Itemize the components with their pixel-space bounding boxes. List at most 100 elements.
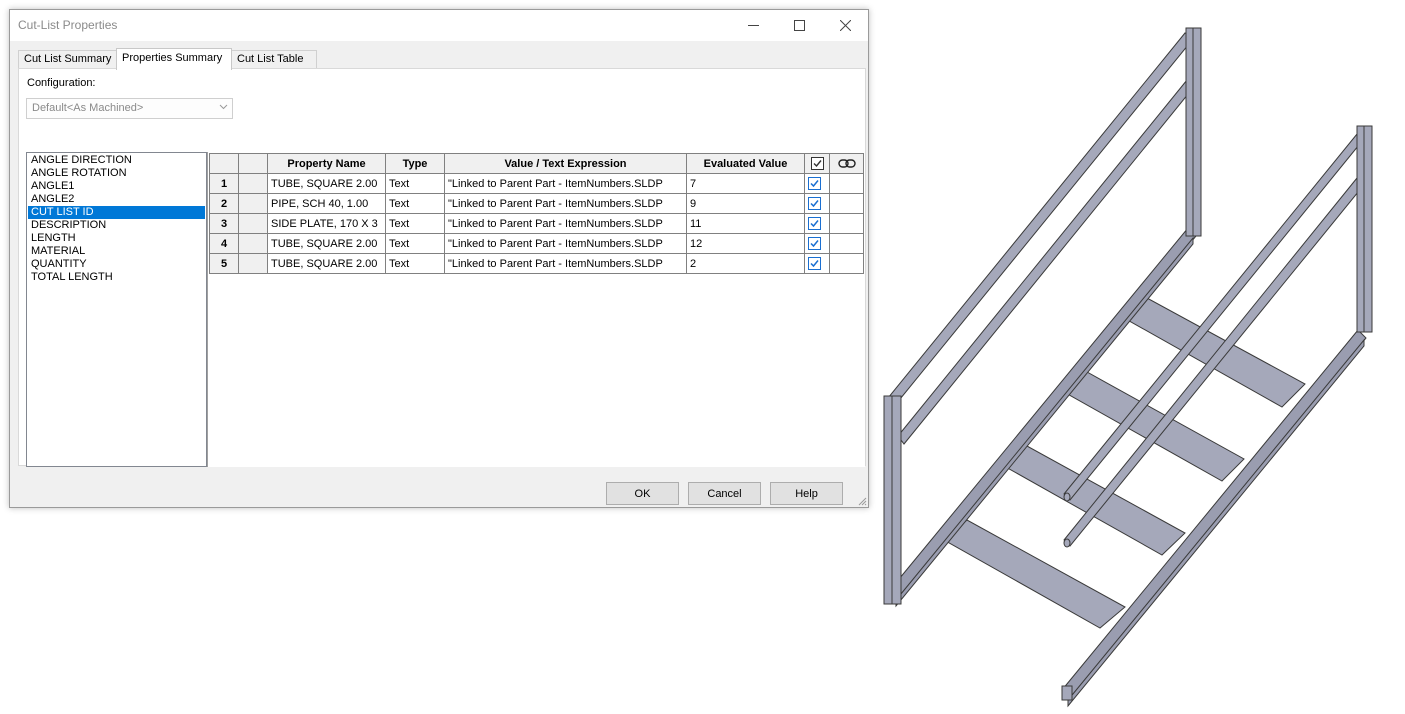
configuration-value: Default<As Machined> — [32, 102, 144, 114]
value-expression-header[interactable]: Value / Text Expression — [444, 153, 687, 174]
resize-grip-icon[interactable] — [857, 496, 867, 506]
cancel-button[interactable]: Cancel — [688, 482, 761, 505]
value-expression-cell[interactable]: "Linked to Parent Part - ItemNumbers.SLD… — [444, 173, 687, 194]
property-name-cell[interactable]: TUBE, SQUARE 2.00 — [267, 233, 386, 254]
property-list-item[interactable]: ANGLE DIRECTION — [28, 154, 205, 167]
row-number[interactable]: 1 — [209, 173, 239, 194]
checkmark-icon — [810, 240, 819, 248]
row-checkbox-cell[interactable] — [804, 253, 830, 274]
link-icon — [837, 159, 856, 168]
type-cell[interactable]: Text — [385, 233, 445, 254]
row-link-cell[interactable] — [829, 233, 864, 254]
tab-cut-list-summary[interactable]: Cut List Summary — [18, 50, 117, 69]
row-link-cell[interactable] — [829, 213, 864, 234]
property-list-item[interactable]: TOTAL LENGTH — [28, 271, 205, 284]
help-button[interactable]: Help — [770, 482, 843, 505]
evaluated-value-cell: 9 — [686, 193, 805, 214]
properties-summary-panel: Configuration: Default<As Machined> ANGL… — [18, 68, 866, 467]
staircase-model-view[interactable] — [878, 18, 1378, 708]
cut-list-properties-dialog: Cut-List Properties Cut List Summary Pro… — [9, 9, 869, 508]
checkbox-header[interactable] — [804, 153, 830, 174]
maximize-icon — [793, 19, 805, 31]
tab-properties-summary[interactable]: Properties Summary — [116, 48, 232, 70]
row-checkbox[interactable] — [808, 197, 821, 210]
property-list-item[interactable]: LENGTH — [28, 232, 205, 245]
chevron-down-icon — [219, 102, 228, 113]
row-checkbox-cell[interactable] — [804, 233, 830, 254]
maximize-button[interactable] — [776, 10, 822, 40]
row-checkbox[interactable] — [808, 257, 821, 270]
table-header-row: Property Name Type Value / Text Expressi… — [209, 153, 864, 174]
row-checkbox-cell[interactable] — [804, 173, 830, 194]
configuration-select[interactable]: Default<As Machined> — [26, 98, 233, 119]
minimize-button[interactable] — [730, 10, 776, 40]
property-list[interactable]: ANGLE DIRECTION ANGLE ROTATION ANGLE1 AN… — [26, 152, 207, 467]
table-row[interactable]: 1 TUBE, SQUARE 2.00 Text "Linked to Pare… — [209, 173, 864, 194]
row-link-cell[interactable] — [829, 253, 864, 274]
property-list-item[interactable]: MATERIAL — [28, 245, 205, 258]
row-blank-cell — [238, 233, 268, 254]
tab-cut-list-table[interactable]: Cut List Table — [231, 50, 317, 69]
type-cell[interactable]: Text — [385, 193, 445, 214]
ok-button[interactable]: OK — [606, 482, 679, 505]
link-header[interactable] — [829, 153, 864, 174]
checkmark-icon — [810, 220, 819, 228]
evaluated-value-cell: 12 — [686, 233, 805, 254]
evaluated-value-header[interactable]: Evaluated Value — [686, 153, 805, 174]
evaluated-value-cell: 2 — [686, 253, 805, 274]
properties-table: Property Name Type Value / Text Expressi… — [209, 153, 864, 274]
property-name-cell[interactable]: SIDE PLATE, 170 X 3 — [267, 213, 386, 234]
row-blank-cell — [238, 173, 268, 194]
row-link-cell[interactable] — [829, 193, 864, 214]
checkmark-icon — [810, 200, 819, 208]
property-name-header[interactable]: Property Name — [267, 153, 386, 174]
property-list-item[interactable]: DESCRIPTION — [28, 219, 205, 232]
corner-header-cell[interactable] — [209, 153, 239, 174]
row-checkbox[interactable] — [808, 237, 821, 250]
title-bar[interactable]: Cut-List Properties — [10, 10, 868, 41]
property-list-item[interactable]: ANGLE1 — [28, 180, 205, 193]
type-cell[interactable]: Text — [385, 213, 445, 234]
row-checkbox[interactable] — [808, 177, 821, 190]
close-icon — [839, 19, 851, 31]
property-name-cell[interactable]: TUBE, SQUARE 2.00 — [267, 173, 386, 194]
value-expression-cell[interactable]: "Linked to Parent Part - ItemNumbers.SLD… — [444, 253, 687, 274]
close-button[interactable] — [822, 10, 868, 40]
table-row[interactable]: 5 TUBE, SQUARE 2.00 Text "Linked to Pare… — [209, 253, 864, 274]
checkmark-icon — [810, 180, 819, 188]
row-link-cell[interactable] — [829, 173, 864, 194]
value-expression-cell[interactable]: "Linked to Parent Part - ItemNumbers.SLD… — [444, 193, 687, 214]
dialog-title: Cut-List Properties — [18, 18, 118, 32]
row-number[interactable]: 5 — [209, 253, 239, 274]
type-cell[interactable]: Text — [385, 253, 445, 274]
property-name-cell[interactable]: TUBE, SQUARE 2.00 — [267, 253, 386, 274]
property-list-item[interactable]: QUANTITY — [28, 258, 205, 271]
blank-header-cell — [238, 153, 268, 174]
minimize-icon — [747, 24, 759, 26]
evaluated-value-cell: 11 — [686, 213, 805, 234]
configuration-label: Configuration: — [27, 77, 96, 89]
row-number[interactable]: 4 — [209, 233, 239, 254]
row-number[interactable]: 2 — [209, 193, 239, 214]
row-number[interactable]: 3 — [209, 213, 239, 234]
properties-grid: Property Name Type Value / Text Expressi… — [207, 152, 865, 467]
row-checkbox-cell[interactable] — [804, 213, 830, 234]
table-row[interactable]: 4 TUBE, SQUARE 2.00 Text "Linked to Pare… — [209, 233, 864, 254]
row-checkbox-cell[interactable] — [804, 193, 830, 214]
value-expression-cell[interactable]: "Linked to Parent Part - ItemNumbers.SLD… — [444, 213, 687, 234]
table-row[interactable]: 2 PIPE, SCH 40, 1.00 Text "Linked to Par… — [209, 193, 864, 214]
row-blank-cell — [238, 213, 268, 234]
type-header[interactable]: Type — [385, 153, 445, 174]
evaluated-value-cell: 7 — [686, 173, 805, 194]
property-list-item[interactable]: ANGLE2 — [28, 193, 205, 206]
row-blank-cell — [238, 193, 268, 214]
row-checkbox[interactable] — [808, 217, 821, 230]
property-name-cell[interactable]: PIPE, SCH 40, 1.00 — [267, 193, 386, 214]
type-cell[interactable]: Text — [385, 173, 445, 194]
value-expression-cell[interactable]: "Linked to Parent Part - ItemNumbers.SLD… — [444, 233, 687, 254]
table-row[interactable]: 3 SIDE PLATE, 170 X 3 Text "Linked to Pa… — [209, 213, 864, 234]
left-handrail — [887, 32, 1194, 445]
property-list-item-selected[interactable]: CUT LIST ID — [28, 206, 205, 219]
checkmark-icon — [810, 260, 819, 268]
property-list-item[interactable]: ANGLE ROTATION — [28, 167, 205, 180]
